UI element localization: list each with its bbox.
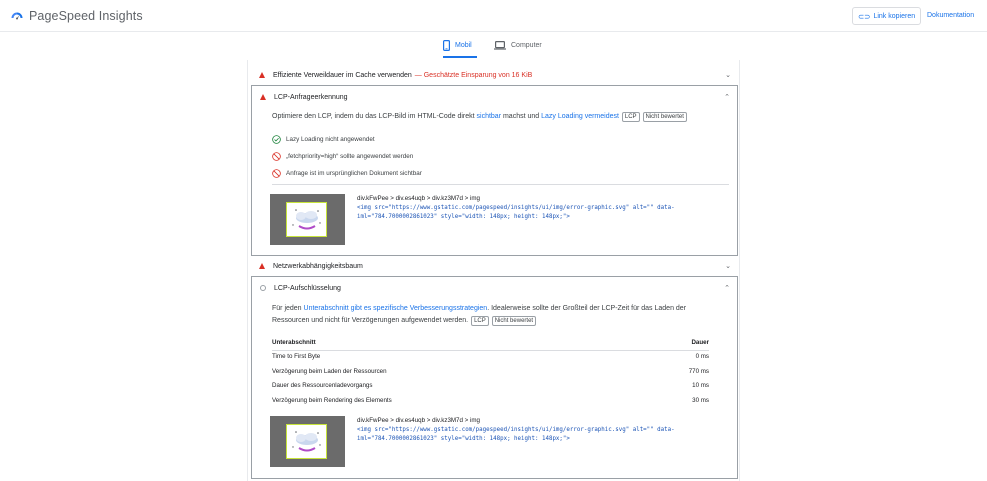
- tab-desktop[interactable]: Computer: [494, 32, 542, 58]
- audit-lcp-breakdown-description: Für jeden Unterabschnitt gibt es spezifi…: [272, 303, 686, 327]
- fail-triangle-icon: [259, 263, 265, 269]
- audit-list: Effiziente Verweildauer im Cache verwend…: [247, 60, 740, 481]
- row-duration: 10 ms: [692, 382, 709, 389]
- lcp-element-thumbnail: [270, 416, 345, 467]
- tab-mobile[interactable]: Mobil: [443, 32, 472, 58]
- element-snippet-line: iml="784.7000002861023" style="width: 14…: [357, 214, 570, 220]
- audit-cache-saving: — Geschätzte Einsparung von 16 KiB: [414, 71, 533, 79]
- error-graphic-image: [286, 202, 327, 237]
- row-subpart: Time to First Byte: [272, 353, 321, 360]
- link-lazy-loading[interactable]: Lazy Loading vermeidest: [541, 113, 619, 120]
- row-duration: 0 ms: [695, 353, 709, 360]
- row-subpart: Verzögerung beim Laden der Ressourcen: [272, 368, 387, 375]
- check-circle-icon: [272, 135, 281, 144]
- check-label: Anfrage ist im ursprünglichen Dokument s…: [286, 170, 422, 177]
- pagespeed-logo-icon: [11, 12, 23, 19]
- fail-triangle-icon: [260, 94, 266, 100]
- check-label: Lazy Loading nicht angewendet: [286, 136, 375, 143]
- row-subpart: Dauer des Ressourcenladevorgangs: [272, 382, 373, 389]
- desc-text: Für jeden: [272, 305, 304, 312]
- check-item: Anfrage ist im ursprünglichen Dokument s…: [272, 169, 422, 178]
- desc-text: Optimiere den LCP, indem du das LCP-Bild…: [272, 113, 477, 120]
- link-sichtbar[interactable]: sichtbar: [477, 113, 502, 120]
- table-row: Verzögerung beim Laden der Ressourcen 77…: [272, 368, 709, 375]
- column-header-subpart: Unterabschnitt: [272, 339, 316, 346]
- audit-network-title: Netzwerkabhängigkeitsbaum: [273, 262, 363, 270]
- element-snippet-line: <img src="https://www.gstatic.com/pagesp…: [357, 204, 675, 211]
- desc-text: machst und: [501, 113, 542, 120]
- chevron-down-icon: ⌄: [725, 263, 731, 270]
- audit-lcp-request-description: Optimiere den LCP, indem du das LCP-Bild…: [272, 111, 687, 123]
- copy-link-button[interactable]: ⊂⊃ Link kopieren: [852, 7, 921, 25]
- check-label: „fetchpriority=high“ sollte angewendet w…: [286, 153, 414, 160]
- chevron-down-icon: ⌄: [725, 72, 731, 79]
- table-row: Time to First Byte 0 ms: [272, 353, 709, 360]
- desc-text: Ressourcen und nicht für Verzögerungen a…: [272, 317, 469, 324]
- table-row: Dauer des Ressourcenladevorgangs 10 ms: [272, 382, 709, 389]
- audit-cache-title: Effiziente Verweildauer im Cache verwend…: [273, 71, 412, 79]
- table-header: Unterabschnitt Dauer: [272, 339, 709, 346]
- lcp-element-code: div.kFwPee > div.es4uqb > div.kz3M7d > i…: [357, 416, 675, 445]
- error-graphic-image: [286, 424, 327, 459]
- desc-text: . Idealerweise sollte der Großteil der L…: [487, 305, 687, 312]
- audit-network-tree[interactable]: Netzwerkabhängigkeitsbaum ⌄: [251, 255, 738, 277]
- row-duration: 770 ms: [688, 368, 709, 375]
- chevron-up-icon: ⌃: [724, 94, 730, 101]
- lcp-tag: LCP: [471, 316, 489, 326]
- check-item: Lazy Loading nicht angewendet: [272, 135, 375, 144]
- row-duration: 30 ms: [692, 397, 709, 404]
- lcp-element-thumbnail: [270, 194, 345, 245]
- check-item: „fetchpriority=high“ sollte angewendet w…: [272, 152, 413, 161]
- laptop-icon: [494, 40, 506, 50]
- unrated-tag: Nicht bewertet: [642, 112, 687, 122]
- divider: [272, 184, 729, 185]
- info-circle-icon: [260, 285, 266, 291]
- audit-cache[interactable]: Effiziente Verweildauer im Cache verwend…: [251, 64, 738, 86]
- table-row: Verzögerung beim Rendering des Elements …: [272, 397, 709, 404]
- active-tab-indicator: [443, 56, 477, 58]
- block-icon: [272, 152, 281, 161]
- audit-lcp-request-title: LCP-Anfrageerkennung: [274, 93, 348, 101]
- link-icon: ⊂⊃: [857, 11, 871, 21]
- column-header-duration: Dauer: [691, 339, 709, 346]
- audit-lcp-request-header[interactable]: LCP-Anfrageerkennung ⌃: [252, 86, 737, 108]
- app-logo[interactable]: PageSpeed Insights: [10, 9, 143, 23]
- lcp-tag: LCP: [621, 112, 640, 122]
- link-strategies[interactable]: Unterabschnitt gibt es spezifische Verbe…: [304, 305, 488, 312]
- chevron-up-icon: ⌃: [724, 285, 730, 292]
- copy-link-label: Link kopieren: [873, 12, 916, 20]
- tab-mobile-label: Mobil: [455, 41, 472, 49]
- lcp-element-code: div.kFwPee > div.es4uqb > div.kz3M7d > i…: [357, 194, 675, 223]
- element-selector: div.kFwPee > div.es4uqb > div.kz3M7d > i…: [357, 195, 480, 202]
- device-tabs: Mobil Computer: [0, 32, 987, 60]
- element-snippet-line: iml="784.7000002861023" style="width: 14…: [357, 436, 570, 442]
- divider: [272, 350, 709, 351]
- audit-lcp-breakdown-panel: LCP-Aufschlüsselung ⌃ Für jeden Unterabs…: [251, 276, 738, 479]
- fail-triangle-icon: [259, 72, 265, 78]
- audit-lcp-breakdown-header[interactable]: LCP-Aufschlüsselung ⌃: [252, 277, 737, 299]
- row-subpart: Verzögerung beim Rendering des Elements: [272, 397, 392, 404]
- documentation-link[interactable]: Dokumentation: [927, 12, 974, 19]
- block-icon: [272, 169, 281, 178]
- top-bar: PageSpeed Insights ⊂⊃ Link kopieren Doku…: [0, 0, 987, 32]
- audit-lcp-breakdown-title: LCP-Aufschlüsselung: [274, 284, 341, 292]
- element-snippet-line: <img src="https://www.gstatic.com/pagesp…: [357, 426, 675, 433]
- element-selector: div.kFwPee > div.es4uqb > div.kz3M7d > i…: [357, 417, 480, 424]
- app-title: PageSpeed Insights: [29, 9, 143, 23]
- phone-icon: [443, 39, 450, 51]
- audit-lcp-request-panel: LCP-Anfrageerkennung ⌃ Optimiere den LCP…: [251, 85, 738, 256]
- tab-desktop-label: Computer: [511, 41, 542, 49]
- unrated-tag: Nicht bewertet: [491, 316, 537, 326]
